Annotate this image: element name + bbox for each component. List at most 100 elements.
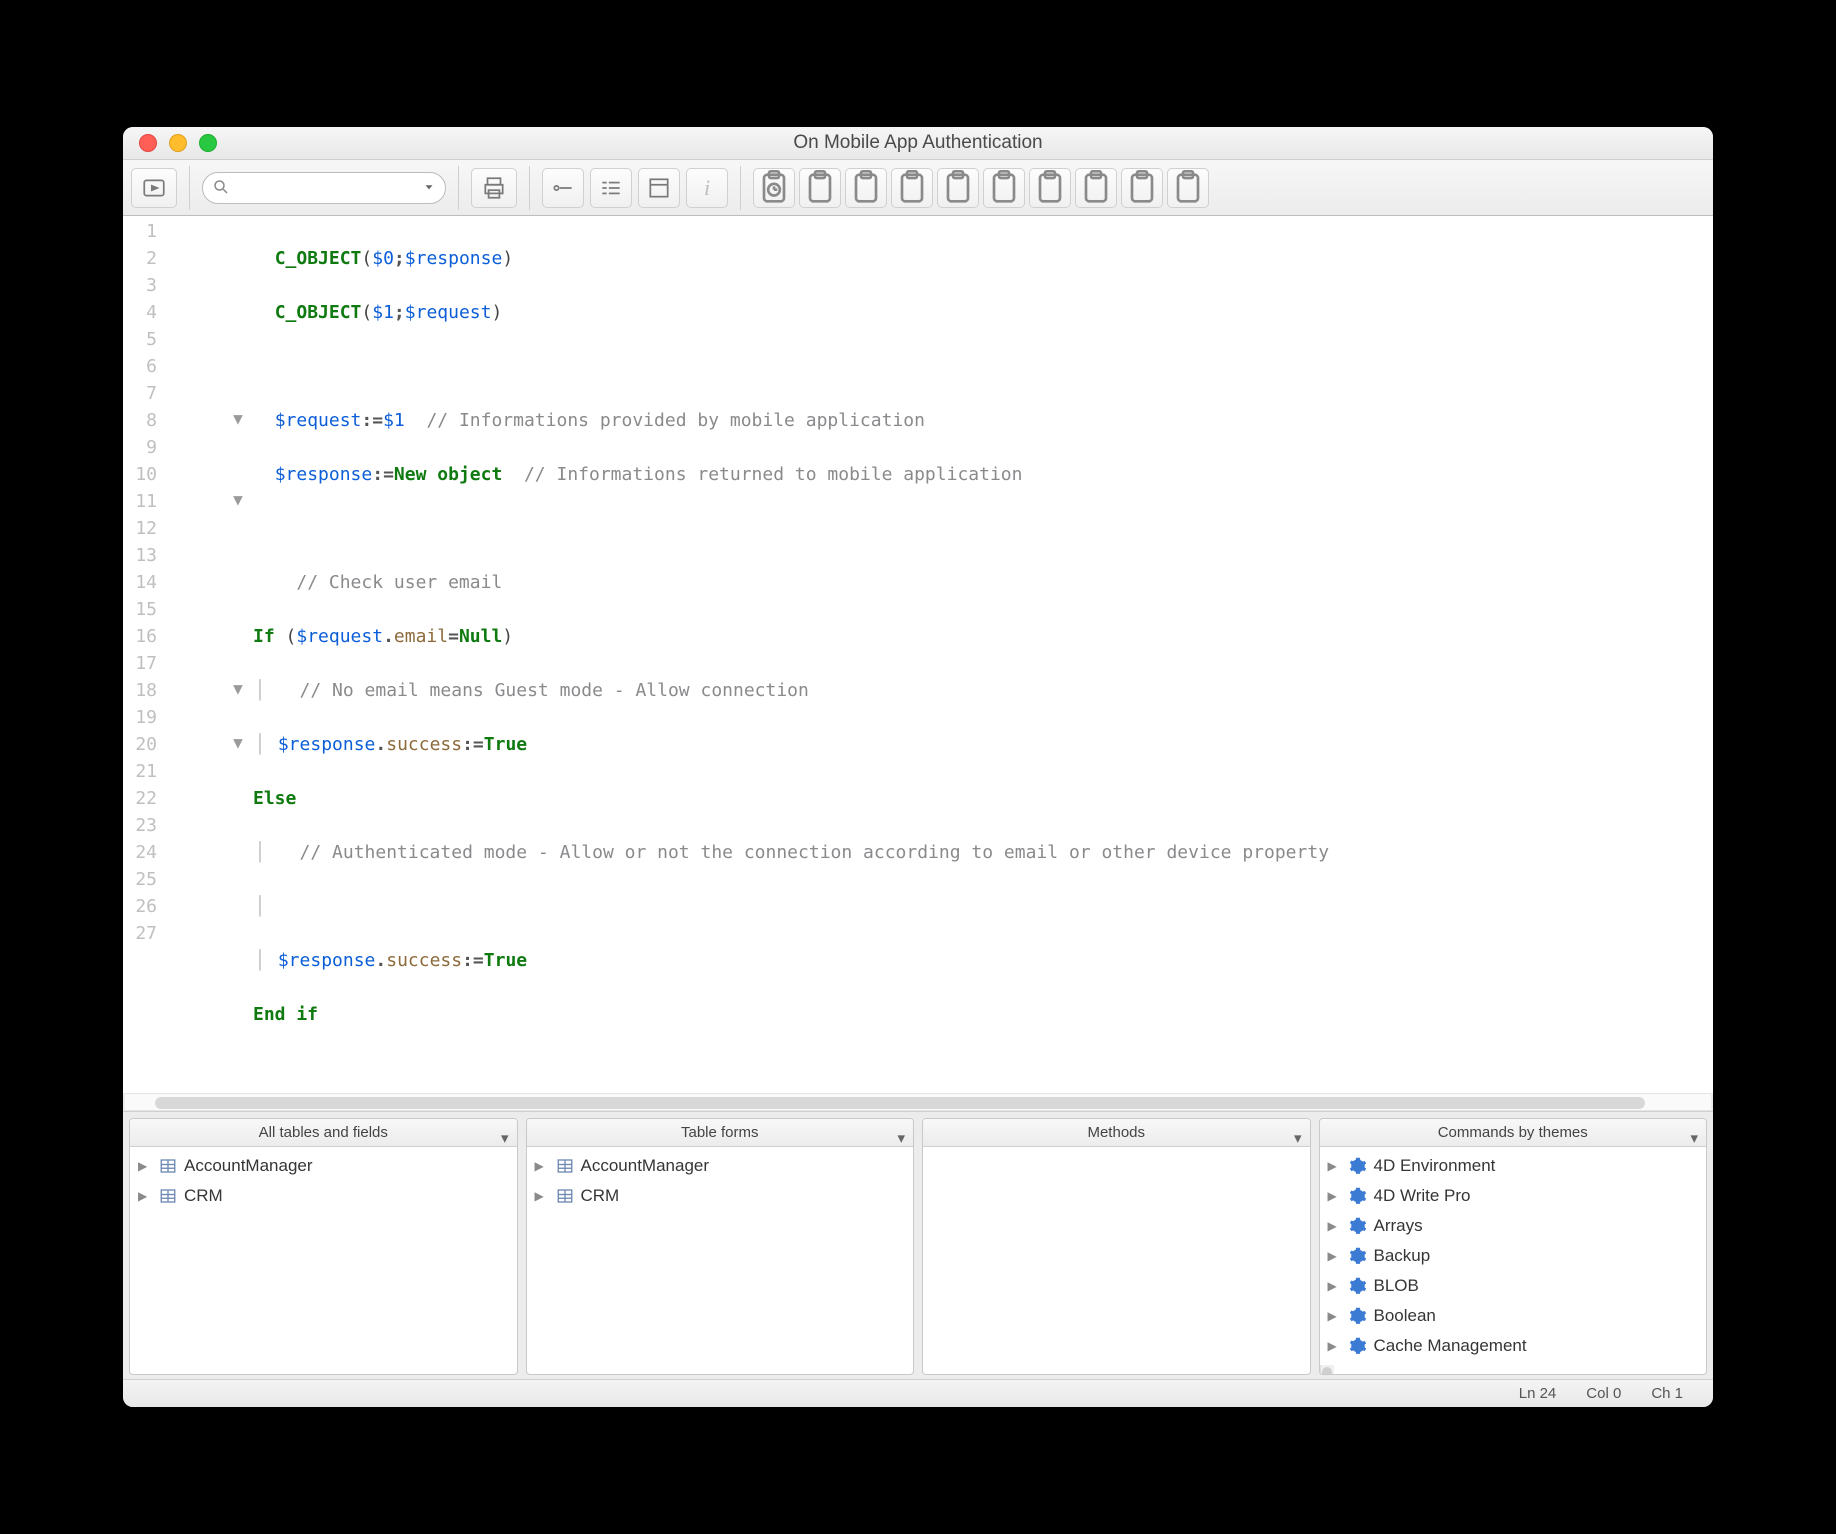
fold-column: ▼ ▼ ▼ ▼ (163, 216, 253, 1093)
tree-item[interactable]: ▶ CRM (132, 1181, 515, 1211)
editor-window: On Mobile App Authentication (123, 127, 1713, 1407)
tree-item-label: 4D Write Pro (1374, 1186, 1471, 1206)
tables-panel: All tables and fields ▾ ▶ AccountManager… (129, 1118, 518, 1375)
print-button[interactable] (471, 168, 517, 208)
window-zoom-button[interactable] (199, 134, 217, 152)
table-icon (158, 1156, 178, 1176)
dropdown-caret-icon[interactable]: ▾ (897, 1129, 905, 1147)
tree-item[interactable]: ▶ AccountManager (529, 1151, 912, 1181)
fold-toggle[interactable]: ▼ (231, 405, 245, 432)
gear-icon (1348, 1216, 1368, 1236)
status-bar: Ln 24 Col 0 Ch 1 (123, 1379, 1713, 1407)
gear-icon (1348, 1156, 1368, 1176)
window-close-button[interactable] (139, 134, 157, 152)
clipboard-5-button[interactable] (983, 168, 1025, 208)
tree-item-label: BLOB (1374, 1276, 1419, 1296)
tree-item-label: Boolean (1374, 1306, 1436, 1326)
fold-toggle[interactable]: ▼ (231, 729, 245, 756)
methods-panel-title: Methods (1087, 1124, 1145, 1141)
tree-item-label: 4D Environment (1374, 1156, 1496, 1176)
tree-item[interactable]: ▶Arrays (1322, 1211, 1705, 1241)
clipboard-3-button[interactable] (891, 168, 933, 208)
indent-button[interactable] (590, 168, 632, 208)
line-number-gutter: 1234567891011121314151617181920212223242… (123, 216, 163, 1093)
search-history-chevron-icon[interactable] (422, 180, 436, 197)
gear-icon (1348, 1246, 1368, 1266)
step-button[interactable] (542, 168, 584, 208)
clipboard-9-button[interactable] (1167, 168, 1209, 208)
dropdown-caret-icon[interactable]: ▾ (1690, 1129, 1698, 1147)
tree-item[interactable]: ▶ Backup (1322, 1241, 1705, 1271)
titlebar: On Mobile App Authentication (123, 127, 1713, 160)
dropdown-caret-icon[interactable]: ▾ (1294, 1129, 1302, 1147)
tables-panel-header[interactable]: All tables and fields ▾ (130, 1119, 517, 1147)
window-minimize-button[interactable] (169, 134, 187, 152)
window-layout-button[interactable] (638, 168, 680, 208)
editor-horizontal-scrollbar[interactable] (125, 1093, 1711, 1111)
status-column: Col 0 (1586, 1385, 1621, 1402)
toolbar: i (123, 160, 1713, 216)
commands-panel-header[interactable]: Commands by themes ▾ (1320, 1119, 1707, 1147)
table-icon (555, 1186, 575, 1206)
clipboard-1-button[interactable] (799, 168, 841, 208)
run-method-button[interactable] (131, 168, 177, 208)
tree-item-label: CRM (184, 1186, 223, 1206)
code-editor[interactable]: 1234567891011121314151617181920212223242… (123, 216, 1713, 1093)
methods-panel: Methods ▾ (922, 1118, 1311, 1375)
forms-panel-header[interactable]: Table forms ▾ (527, 1119, 914, 1147)
disclosure-triangle-icon[interactable]: ▶ (138, 1189, 152, 1203)
tables-panel-title: All tables and fields (259, 1124, 388, 1141)
methods-panel-header[interactable]: Methods ▾ (923, 1119, 1310, 1147)
window-title: On Mobile App Authentication (123, 132, 1713, 154)
clipboard-8-button[interactable] (1121, 168, 1163, 208)
tree-item[interactable]: ▶ Cache Management (1322, 1331, 1705, 1361)
clipboard-history-button[interactable] (753, 168, 795, 208)
info-button[interactable]: i (686, 168, 728, 208)
dropdown-caret-icon[interactable]: ▾ (501, 1129, 509, 1147)
search-field-wrap (202, 172, 446, 204)
disclosure-triangle-icon[interactable]: ▶ (1328, 1309, 1342, 1323)
table-icon (555, 1156, 575, 1176)
disclosure-triangle-icon[interactable]: ▶ (1328, 1189, 1342, 1203)
gear-icon (1348, 1276, 1368, 1296)
tree-item-label: Cache Management (1374, 1336, 1527, 1356)
gear-icon (1348, 1306, 1368, 1326)
disclosure-triangle-icon[interactable]: ▶ (535, 1159, 549, 1173)
tree-item[interactable]: ▶ Boolean (1322, 1301, 1705, 1331)
disclosure-triangle-icon[interactable]: ▶ (1328, 1219, 1342, 1233)
status-char: Ch 1 (1651, 1385, 1683, 1402)
disclosure-triangle-icon[interactable]: ▶ (1328, 1159, 1342, 1173)
clipboard-2-button[interactable] (845, 168, 887, 208)
tree-item-label: CRM (581, 1186, 620, 1206)
forms-panel-title: Table forms (681, 1124, 759, 1141)
clipboard-4-button[interactable] (937, 168, 979, 208)
clipboard-7-button[interactable] (1075, 168, 1117, 208)
tree-item-label: AccountManager (581, 1156, 710, 1176)
bottom-panels: All tables and fields ▾ ▶ AccountManager… (123, 1111, 1713, 1379)
forms-panel: Table forms ▾ ▶ AccountManager ▶ CRM (526, 1118, 915, 1375)
fold-toggle[interactable]: ▼ (231, 675, 245, 702)
clipboard-6-button[interactable] (1029, 168, 1071, 208)
status-line: Ln 24 (1519, 1385, 1557, 1402)
commands-scrollbar[interactable] (1320, 1365, 1334, 1375)
disclosure-triangle-icon[interactable]: ▶ (1328, 1279, 1342, 1293)
tree-item-label: AccountManager (184, 1156, 313, 1176)
code-area[interactable]: C_OBJECT($0;$response) C_OBJECT($1;$requ… (253, 216, 1713, 1093)
gear-icon (1348, 1336, 1368, 1356)
tree-item[interactable]: ▶ BLOB (1322, 1271, 1705, 1301)
fold-toggle[interactable]: ▼ (231, 486, 245, 513)
commands-panel: Commands by themes ▾ ▶ 4D Environment ▶ 4D … (1319, 1118, 1708, 1375)
tree-item[interactable]: ▶ 4D Write Pro (1322, 1181, 1705, 1211)
tree-item[interactable]: ▶ 4D Environment (1322, 1151, 1705, 1181)
commands-panel-title: Commands by themes (1438, 1124, 1588, 1141)
tree-item[interactable]: ▶ CRM (529, 1181, 912, 1211)
tree-item[interactable]: ▶ AccountManager (132, 1151, 515, 1181)
gear-icon (1348, 1186, 1368, 1206)
tree-item-label: Backup (1374, 1246, 1431, 1266)
disclosure-triangle-icon[interactable]: ▶ (535, 1189, 549, 1203)
disclosure-triangle-icon[interactable]: ▶ (138, 1159, 152, 1173)
search-input[interactable] (202, 172, 446, 204)
clipboard-group (753, 168, 1209, 208)
disclosure-triangle-icon[interactable]: ▶ (1328, 1339, 1342, 1353)
disclosure-triangle-icon[interactable]: ▶ (1328, 1249, 1342, 1263)
